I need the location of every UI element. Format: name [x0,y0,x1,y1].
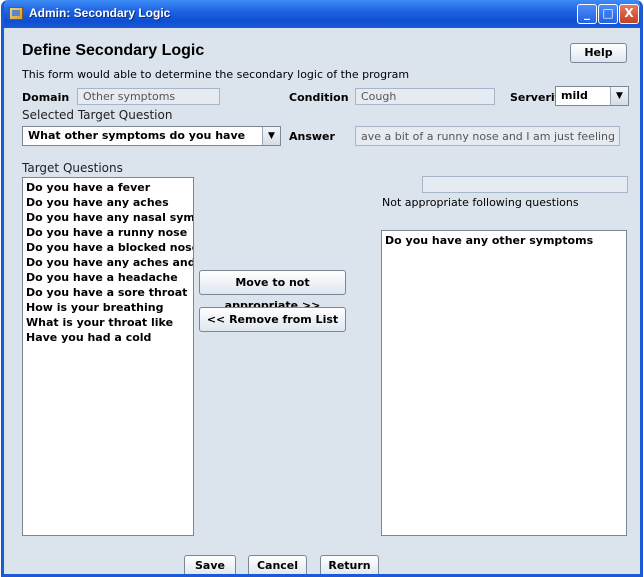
severity-select[interactable]: mild ▼ [555,86,629,106]
minimize-icon[interactable]: _ [577,4,597,24]
not-appropriate-input[interactable] [422,176,628,193]
condition-label: Condition [289,91,349,104]
cancel-button[interactable]: Cancel [248,555,307,574]
list-item[interactable]: Do you have a sore throat [26,285,190,300]
app-icon [9,7,23,20]
domain-field[interactable]: Other symptoms [77,88,220,105]
admin-window: Admin: Secondary Logic _ □ X Define Seco… [1,0,643,577]
list-item[interactable]: How is your breathing [26,300,190,315]
not-appropriate-label: Not appropriate following questions [382,196,579,209]
return-button[interactable]: Return [320,555,379,574]
list-item[interactable]: Have you had a cold [26,330,190,345]
close-icon[interactable]: X [619,4,639,24]
list-item[interactable]: Do you have a headache [26,270,190,285]
list-item[interactable]: Do you have a blocked nose [26,240,193,255]
list-item[interactable]: What is your throat like [26,315,190,330]
maximize-icon[interactable]: □ [598,4,618,24]
list-item[interactable]: Do you have any aches and pains [26,255,193,270]
title-bar[interactable]: Admin: Secondary Logic _ □ X [4,0,640,28]
remove-from-list-button[interactable]: << Remove from List [199,307,346,332]
selected-target-value: What other symptoms do you have [28,129,246,142]
window-title: Admin: Secondary Logic [29,6,171,20]
answer-field[interactable]: ave a bit of a runny nose and I am just … [355,126,620,146]
domain-label: Domain [22,91,70,104]
list-item[interactable]: Do you have any nasal symptoms [26,210,193,225]
severity-value: mild [561,89,588,102]
chevron-down-icon[interactable]: ▼ [610,87,628,105]
condition-field[interactable]: Cough [355,88,495,105]
move-to-not-appropriate-button[interactable]: Move to not appropriate >> [199,270,346,312]
list-item[interactable]: Do you have any other symptoms [385,233,623,248]
chevron-down-icon[interactable]: ▼ [262,127,280,145]
answer-label: Answer [289,130,335,143]
selected-target-select[interactable]: What other symptoms do you have ▼ [22,126,281,146]
list-item[interactable]: Do you have any aches [26,195,190,210]
not-appropriate-list[interactable]: Do you have any other symptoms [381,230,627,536]
page-title: Define Secondary Logic [22,42,205,59]
list-item[interactable]: Do you have a fever [26,180,190,195]
list-item[interactable]: Do you have a runny nose [26,225,190,240]
help-button[interactable]: Help [570,43,627,63]
target-questions-list[interactable]: Do you have a fever Do you have any ache… [22,177,194,536]
target-questions-label: Target Questions [22,161,123,175]
selected-target-label: Selected Target Question [22,108,173,122]
page-description: This form would able to determine the se… [22,68,410,81]
save-button[interactable]: Save [184,555,236,574]
